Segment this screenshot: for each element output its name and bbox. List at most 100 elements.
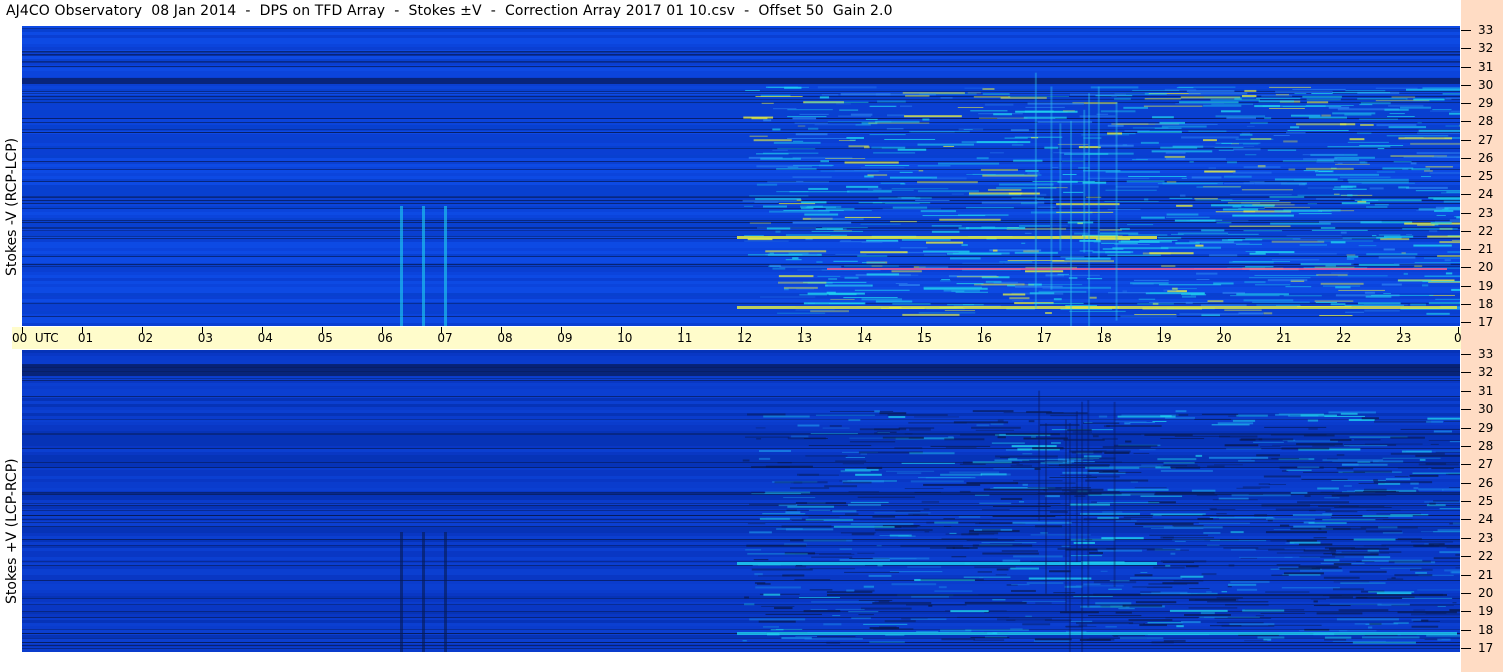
emission-streak: [1053, 298, 1062, 301]
spectrogram-row: [22, 569, 1460, 572]
emission-streak: [924, 531, 930, 533]
emission-streak: [1179, 194, 1186, 197]
emission-streak: [1010, 129, 1029, 132]
emission-streak: [941, 538, 998, 540]
emission-streak: [753, 139, 792, 142]
emission-streak: [1037, 510, 1066, 512]
emission-streak: [1236, 588, 1258, 591]
emission-streak: [1241, 189, 1294, 191]
emission-streak: [1349, 138, 1365, 141]
emission-streak: [1201, 242, 1250, 244]
emission-streak: [1346, 257, 1355, 260]
emission-streak: [1316, 612, 1363, 615]
frequency-tick-mark: [1461, 121, 1471, 123]
emission-streak: [1045, 311, 1052, 314]
emission-streak: [1180, 575, 1204, 578]
emission-band: [737, 562, 1157, 565]
emission-streak: [1105, 626, 1117, 628]
emission-streak: [1304, 494, 1311, 497]
emission-streak: [1428, 302, 1460, 305]
emission-streak: [976, 424, 990, 427]
emission-streak: [1263, 312, 1273, 315]
emission-streak: [1451, 239, 1460, 241]
emission-streak: [1227, 586, 1232, 588]
frequency-tick-label: 29: [1478, 96, 1494, 110]
spectrogram-row: [22, 449, 1460, 452]
emission-streak: [1258, 438, 1294, 441]
spectrogram-row: [22, 110, 1460, 113]
emission-streak: [1175, 242, 1200, 245]
burst-column: [1087, 400, 1090, 608]
interference-line: [22, 62, 1460, 63]
interference-line: [22, 598, 1460, 599]
emission-streak: [1045, 495, 1060, 498]
interference-line: [22, 264, 1460, 265]
emission-streak: [1361, 199, 1422, 202]
burst-column: [1034, 72, 1037, 309]
interference-line: [22, 510, 1460, 511]
emission-streak: [964, 87, 985, 89]
emission-streak: [1349, 570, 1387, 573]
emission-streak: [1074, 232, 1089, 235]
emission-streak: [798, 597, 840, 599]
emission-streak: [1289, 541, 1321, 544]
emission-streak: [1207, 465, 1225, 468]
spectrogram-row: [22, 152, 1460, 155]
emission-streak: [1188, 92, 1248, 95]
emission-streak: [1336, 467, 1354, 470]
emission-streak: [1206, 591, 1212, 593]
emission-streak: [1176, 625, 1184, 628]
emission-streak: [1049, 570, 1071, 573]
emission-streak: [1076, 622, 1134, 625]
emission-streak: [1267, 149, 1297, 151]
frequency-tick-mark: [1461, 519, 1471, 521]
emission-streak: [749, 222, 772, 224]
emission-streak: [1137, 130, 1182, 133]
emission-streak: [1195, 454, 1203, 457]
emission-streak: [803, 539, 853, 542]
emission-streak: [1358, 302, 1401, 305]
emission-streak: [1433, 557, 1460, 560]
emission-streak: [992, 599, 1006, 601]
emission-streak: [1083, 455, 1102, 458]
emission-streak: [1271, 259, 1320, 261]
emission-streak: [889, 534, 912, 537]
burst-column: [444, 206, 447, 326]
emission-streak: [1230, 531, 1244, 534]
emission-streak: [763, 593, 781, 596]
emission-streak: [866, 273, 900, 276]
emission-streak: [871, 265, 883, 267]
emission-streak: [840, 470, 871, 473]
emission-streak: [991, 442, 1025, 444]
utc-tick-label: 10: [617, 331, 633, 345]
emission-streak: [1128, 175, 1187, 177]
emission-streak: [1244, 205, 1275, 207]
emission-streak: [1437, 605, 1446, 607]
emission-streak: [1443, 200, 1460, 203]
emission-streak: [810, 609, 828, 611]
emission-streak: [968, 532, 999, 535]
emission-streak: [1118, 608, 1135, 610]
emission-streak: [1305, 167, 1354, 170]
emission-streak: [754, 573, 763, 576]
spectrogram-row: [22, 551, 1460, 554]
emission-streak: [1303, 549, 1337, 552]
emission-streak: [1227, 233, 1259, 235]
emission-streak: [985, 280, 1002, 283]
emission-streak: [1343, 445, 1388, 447]
spectrogram-row: [22, 191, 1460, 194]
emission-streak: [1170, 552, 1176, 555]
emission-streak: [1202, 139, 1217, 142]
emission-streak: [1348, 419, 1375, 422]
emission-streak: [1232, 419, 1256, 422]
emission-streak: [1117, 415, 1176, 418]
emission-streak: [867, 174, 888, 176]
emission-streak: [1243, 166, 1281, 169]
frequency-tick-mark: [1461, 48, 1471, 50]
emission-streak: [1230, 194, 1292, 196]
emission-streak: [1357, 98, 1408, 100]
emission-streak: [1267, 279, 1308, 282]
emission-streak: [862, 262, 886, 264]
emission-streak: [1439, 241, 1460, 244]
emission-streak: [1346, 254, 1356, 256]
